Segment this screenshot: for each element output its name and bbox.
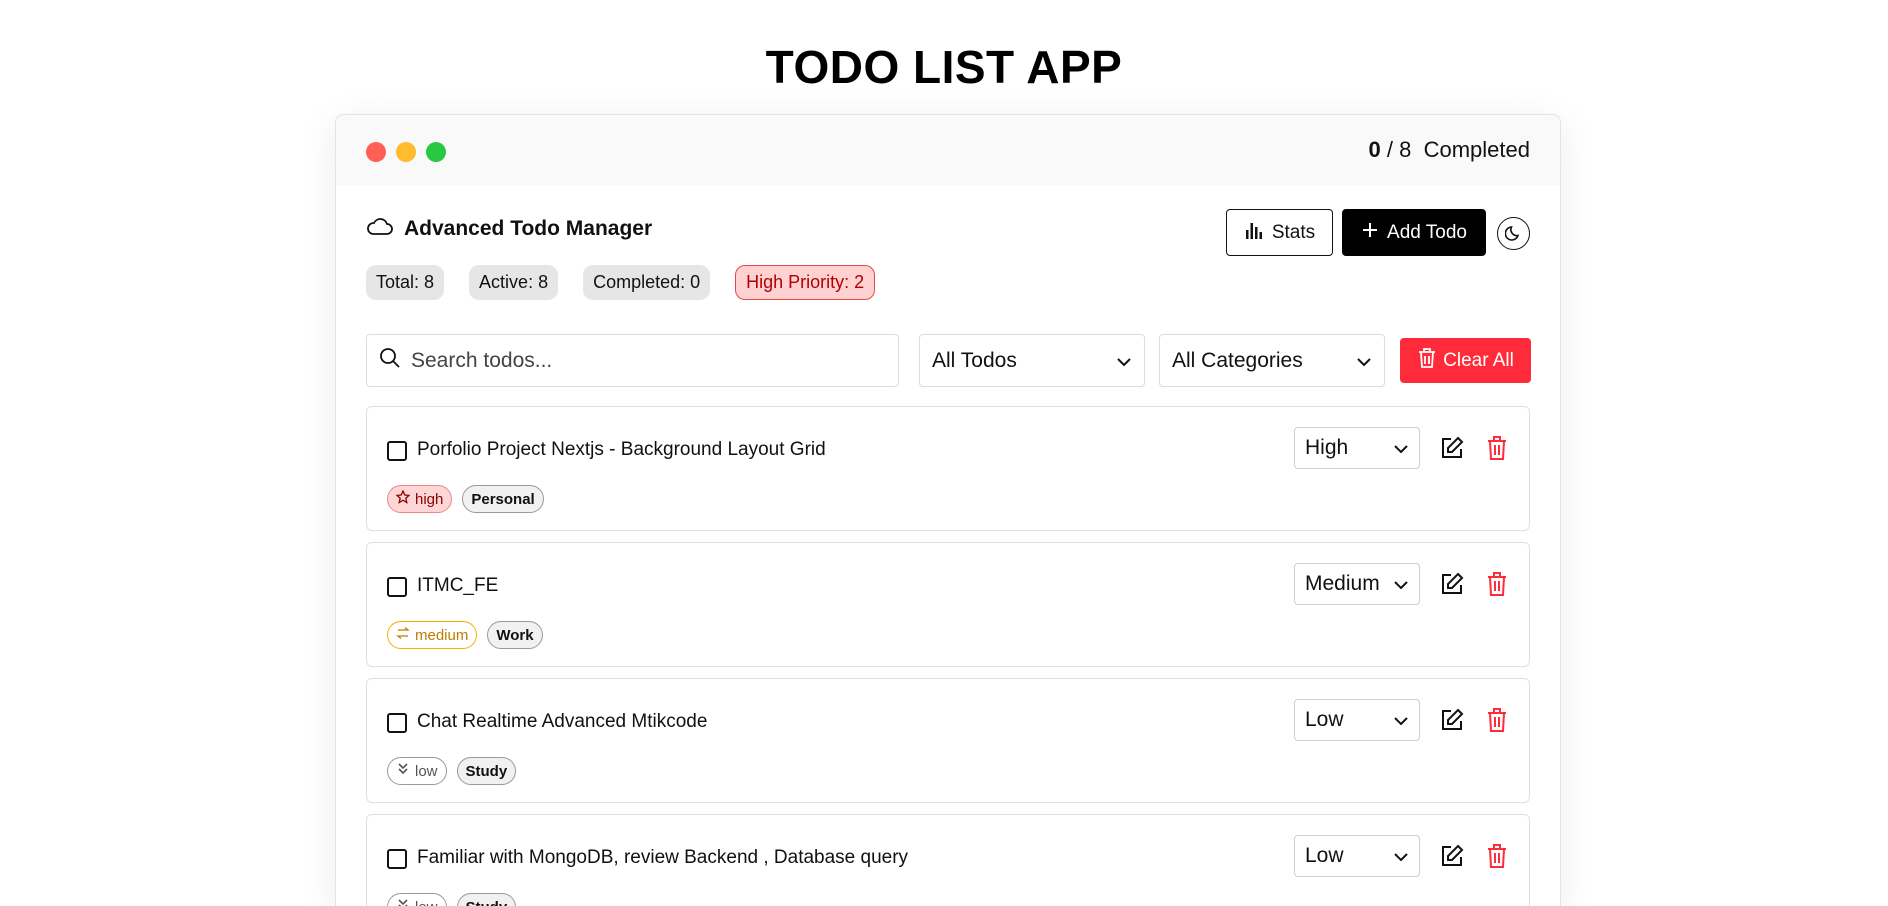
chevron-down-icon [1393, 708, 1409, 732]
chevron-down-icon [1393, 436, 1409, 460]
window-minimize-dot[interactable] [396, 142, 416, 162]
priority-select[interactable]: Medium [1294, 563, 1420, 605]
priority-tag-label: high [415, 490, 444, 508]
priority-tag: high [387, 485, 453, 513]
edit-icon[interactable] [1437, 705, 1467, 735]
delete-icon[interactable] [1482, 569, 1512, 599]
total-badge: Total: 8 [366, 265, 445, 300]
app-title: Advanced Todo Manager [366, 215, 652, 243]
counter-separator: / [1386, 137, 1393, 162]
delete-icon[interactable] [1482, 705, 1512, 735]
category-tag: Work [487, 621, 543, 649]
app-header: Advanced Todo Manager Stats Add Todo [366, 205, 1532, 256]
priority-tag-label: medium [415, 626, 469, 644]
priority-tag: medium [387, 621, 478, 649]
priority-tag: low [387, 757, 447, 785]
priority-select[interactable]: High [1294, 427, 1420, 469]
status-filter-value: All Todos [932, 348, 1017, 372]
delete-icon[interactable] [1482, 841, 1512, 871]
search-icon [379, 347, 401, 374]
priority-select-value: Low [1305, 708, 1344, 731]
edit-icon[interactable] [1437, 569, 1467, 599]
high-priority-badge: High Priority: 2 [735, 265, 876, 300]
todo-checkbox[interactable] [387, 577, 407, 597]
delete-icon[interactable] [1482, 433, 1512, 463]
priority-select[interactable]: Low [1294, 699, 1420, 741]
clear-all-button[interactable]: Clear All [1400, 338, 1531, 383]
window-close-dot[interactable] [366, 142, 386, 162]
window-maximize-dot[interactable] [426, 142, 446, 162]
todo-title: ITMC_FE [417, 575, 499, 596]
stats-button[interactable]: Stats [1226, 209, 1333, 256]
todo-item: Chat Realtime Advanced Mtikcode Low low … [366, 678, 1530, 803]
todo-item: Porfolio Project Nextjs - Background Lay… [366, 406, 1530, 531]
category-filter-value: All Categories [1172, 348, 1303, 372]
status-filter-select[interactable]: All Todos [919, 334, 1145, 387]
priority-select-value: Medium [1305, 572, 1380, 595]
category-tag: Personal [462, 485, 544, 513]
completed-badge: Completed: 0 [583, 265, 711, 300]
completed-count: 0 [1368, 137, 1381, 162]
category-filter-select[interactable]: All Categories [1159, 334, 1385, 387]
app-window: 0 / 8 Completed Advanced Todo Manager St… [335, 114, 1561, 906]
category-tag: Study [456, 757, 517, 785]
chevrons-down-icon [396, 762, 410, 780]
clear-all-label: Clear All [1443, 349, 1514, 371]
todo-item: Familiar with MongoDB, review Backend , … [366, 814, 1530, 906]
add-todo-label: Add Todo [1387, 221, 1467, 243]
completion-counter: 0 / 8 Completed [1369, 137, 1531, 163]
plus-icon [1361, 221, 1379, 245]
todo-title: Chat Realtime Advanced Mtikcode [417, 711, 708, 732]
search-box[interactable] [366, 334, 899, 387]
stats-summary: Total: 8 Active: 8 Completed: 0 High Pri… [366, 265, 876, 300]
priority-tag: low [387, 893, 447, 906]
filter-bar: All Todos All Categories Clear All [366, 334, 1532, 387]
todo-checkbox[interactable] [387, 849, 407, 869]
bar-chart-icon [1244, 220, 1264, 246]
edit-icon[interactable] [1437, 433, 1467, 463]
star-icon [395, 489, 411, 508]
trash-icon [1417, 347, 1437, 375]
search-input[interactable] [411, 348, 881, 373]
theme-toggle-button[interactable] [1497, 217, 1530, 250]
chevrons-down-icon [396, 898, 410, 906]
todo-item: ITMC_FE Medium medium Work [366, 542, 1530, 667]
todo-tags: low Study [387, 757, 517, 785]
priority-select-value: High [1305, 436, 1349, 459]
chevron-down-icon [1356, 349, 1372, 373]
todo-title: Porfolio Project Nextjs - Background Lay… [417, 439, 826, 460]
todo-title: Familiar with MongoDB, review Backend , … [417, 847, 909, 868]
completed-label: Completed [1423, 137, 1530, 162]
chevron-down-icon [1393, 844, 1409, 868]
total-count: 8 [1399, 137, 1412, 162]
todo-tags: low Study [387, 893, 517, 906]
priority-tag-label: low [415, 762, 438, 780]
priority-tag-label: low [415, 899, 438, 906]
edit-icon[interactable] [1437, 841, 1467, 871]
priority-select-value: Low [1305, 844, 1344, 867]
priority-select[interactable]: Low [1294, 835, 1420, 877]
app-title-text: Advanced Todo Manager [404, 217, 653, 240]
page-title: TODO LIST APP [765, 41, 1123, 93]
stats-button-label: Stats [1271, 221, 1316, 243]
arrows-swap-icon [396, 626, 410, 644]
active-badge: Active: 8 [469, 265, 559, 300]
todo-tags: medium Work [387, 621, 543, 649]
chevron-down-icon [1393, 572, 1409, 596]
category-tag: Study [456, 893, 517, 906]
moon-icon [1504, 223, 1523, 244]
todo-checkbox[interactable] [387, 713, 407, 733]
todo-tags: high Personal [387, 485, 544, 513]
todo-checkbox[interactable] [387, 441, 407, 461]
window-titlebar: 0 / 8 Completed [336, 115, 1560, 185]
add-todo-button[interactable]: Add Todo [1342, 209, 1486, 256]
cloud-icon [366, 215, 394, 243]
chevron-down-icon [1116, 349, 1132, 373]
